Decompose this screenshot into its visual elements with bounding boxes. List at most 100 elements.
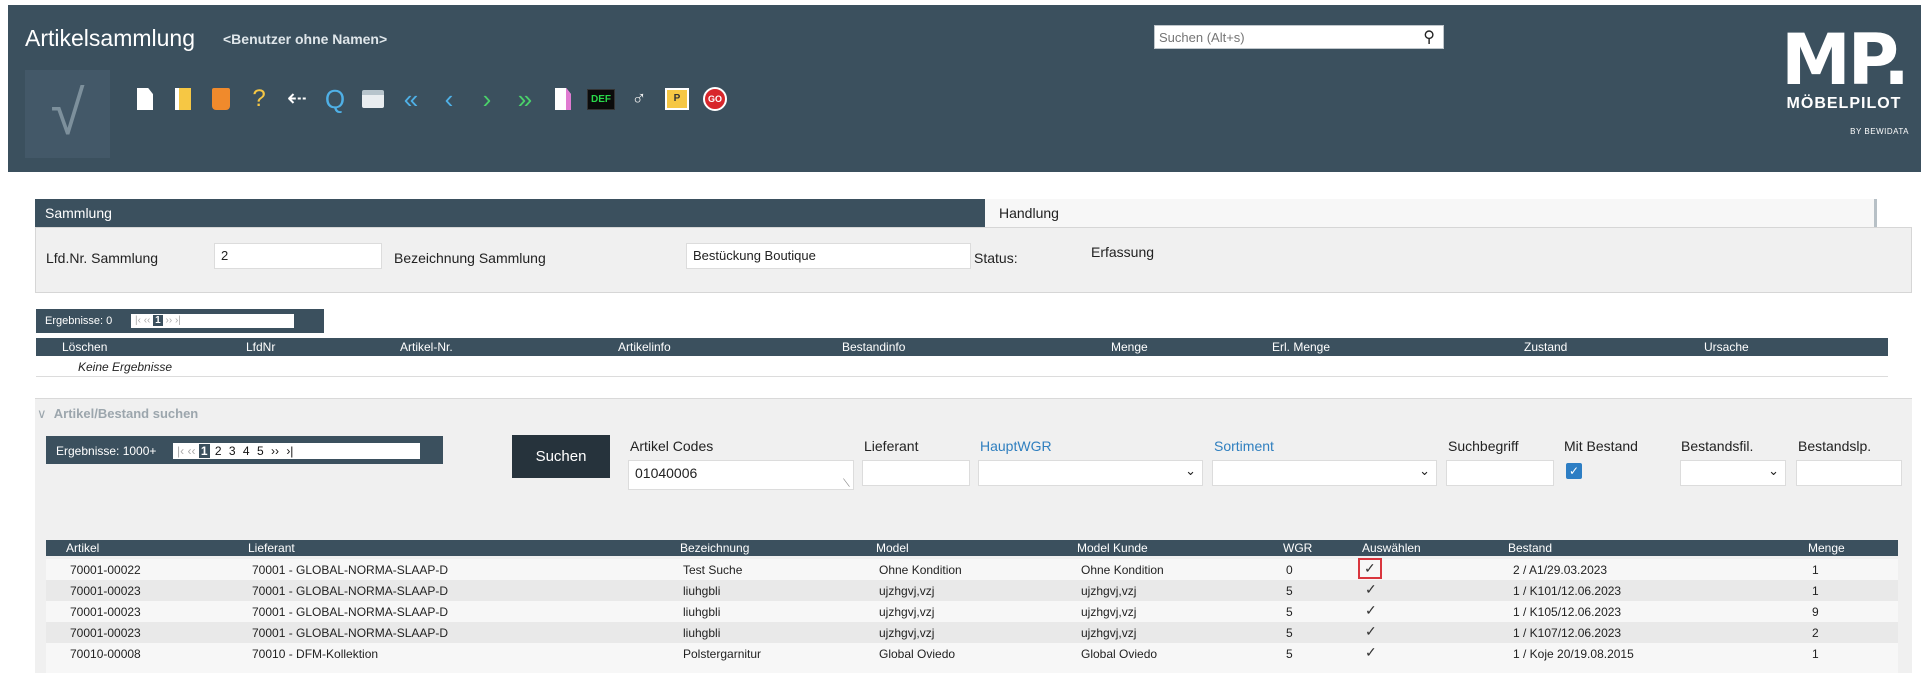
help-icon[interactable]: ?	[240, 82, 278, 116]
tab-sammlung[interactable]: Sammlung	[35, 199, 985, 227]
tab-handlung[interactable]: Handlung	[985, 199, 1877, 227]
search-toolbar-icon[interactable]: Q	[316, 82, 354, 116]
col-zustand[interactable]: Zustand	[1524, 340, 1567, 354]
document-pink-icon[interactable]	[544, 82, 582, 116]
edit-document-icon[interactable]	[164, 82, 202, 116]
suchen-button[interactable]: Suchen	[512, 435, 610, 478]
cell-bestand: 1 / Koje 20/19.08.2015	[1513, 647, 1634, 661]
col-erl-menge[interactable]: Erl. Menge	[1272, 340, 1330, 354]
app-title: Artikelsammlung	[25, 25, 195, 51]
document-p-icon[interactable]: P	[658, 82, 696, 116]
pager-last[interactable]: ›|	[175, 315, 181, 326]
global-search[interactable]: ⚲	[1154, 25, 1444, 49]
status-label: Status:	[974, 250, 1018, 266]
cell-bezeichnung: liuhgbli	[683, 626, 721, 640]
pager-first[interactable]: |‹	[177, 444, 184, 458]
select-checkmark-icon[interactable]: ✓	[1365, 623, 1377, 640]
select-checkmark-icon[interactable]: ✓	[1358, 558, 1382, 579]
search-section-title: Artikel/Bestand suchen	[53, 406, 199, 421]
go-icon[interactable]: GO	[696, 82, 734, 116]
mit-bestand-checkbox[interactable]: ✓	[1566, 463, 1582, 479]
pager-prev[interactable]: ‹‹	[187, 444, 195, 458]
cell-artikel: 70010-00008	[70, 647, 141, 661]
bestandsfil-select[interactable]: ⌄	[1680, 460, 1786, 486]
col-lieferant[interactable]: Lieferant	[248, 541, 295, 555]
pager-page-5[interactable]: 5	[255, 444, 266, 458]
sammlung-form: Lfd.Nr. Sammlung 2 Bezeichnung Sammlung …	[35, 227, 1912, 293]
search-section-header[interactable]: ∨ Artikel/Bestand suchen	[37, 406, 198, 422]
bestandslp-input[interactable]	[1796, 460, 1902, 486]
table-row[interactable]: 70001-00022 70001 - GLOBAL-NORMA-SLAAP-D…	[46, 558, 1898, 580]
cell-lieferant: 70001 - GLOBAL-NORMA-SLAAP-D	[252, 626, 449, 640]
hauptwgr-link[interactable]: HauptWGR	[980, 438, 1052, 454]
select-checkmark-icon[interactable]: ✓	[1365, 581, 1377, 598]
delete-icon[interactable]	[202, 82, 240, 116]
user-check-icon[interactable]: ♂	[620, 82, 658, 116]
cell-lieferant: 70001 - GLOBAL-NORMA-SLAAP-D	[252, 563, 449, 577]
select-checkmark-icon[interactable]: ✓	[1365, 602, 1377, 619]
col-bestandinfo[interactable]: Bestandinfo	[842, 340, 905, 354]
pager-next[interactable]: ››	[166, 315, 173, 326]
col-bestand[interactable]: Bestand	[1508, 541, 1552, 555]
sortiment-select[interactable]: ⌄	[1212, 460, 1437, 486]
previous-record-icon[interactable]: ‹	[430, 82, 468, 116]
pager-next[interactable]: ››	[269, 444, 281, 458]
table-row[interactable]: 70001-00023 70001 - GLOBAL-NORMA-SLAAP-D…	[46, 580, 1898, 601]
col-artikelinfo[interactable]: Artikelinfo	[618, 340, 671, 354]
cell-bezeichnung: liuhgbli	[683, 584, 721, 598]
pager-current[interactable]: 1	[198, 444, 210, 458]
col-auswaehlen[interactable]: Auswählen	[1362, 541, 1421, 555]
cell-artikel: 70001-00023	[70, 605, 141, 619]
cell-menge: 1	[1812, 563, 1819, 577]
col-lfdnr[interactable]: LfdNr	[246, 340, 275, 354]
confirm-checkmark-tile[interactable]: √	[25, 70, 110, 158]
col-menge[interactable]: Menge	[1808, 541, 1845, 555]
col-artikel-nr[interactable]: Artikel-Nr.	[400, 340, 453, 354]
cell-bezeichnung: Test Suche	[683, 563, 743, 577]
col-ursache[interactable]: Ursache	[1704, 340, 1749, 354]
table-row[interactable]: 70001-00023 70001 - GLOBAL-NORMA-SLAAP-D…	[46, 622, 1898, 643]
moebelpilot-logo: MP. MÖBELPILOT BY BEWIDATA	[1781, 19, 1910, 136]
search-icon[interactable]: ⚲	[1423, 27, 1435, 47]
results-pager: |‹ ‹‹ 1 ›› ›|	[131, 314, 294, 328]
pager-page-4[interactable]: 4	[241, 444, 252, 458]
cell-bestand: 2 / A1/29.03.2023	[1513, 563, 1608, 577]
pager-first[interactable]: |‹	[135, 315, 141, 326]
chevron-down-icon[interactable]: ∨	[37, 406, 47, 421]
pager-page-3[interactable]: 3	[227, 444, 238, 458]
bezeichnung-field[interactable]: Bestückung Boutique	[686, 243, 971, 269]
hauptwgr-select[interactable]: ⌄	[978, 460, 1203, 486]
sortiment-link[interactable]: Sortiment	[1214, 438, 1274, 454]
col-model[interactable]: Model	[876, 541, 909, 555]
new-document-icon[interactable]	[126, 82, 164, 116]
print-icon[interactable]	[354, 82, 392, 116]
last-record-icon[interactable]: »	[506, 82, 544, 116]
pager-last[interactable]: ›|	[284, 444, 295, 458]
pager-page-2[interactable]: 2	[213, 444, 224, 458]
bestandsfil-label: Bestandsfil.	[1681, 438, 1754, 454]
global-search-input[interactable]	[1155, 26, 1405, 48]
col-menge[interactable]: Menge	[1111, 340, 1148, 354]
lieferant-input[interactable]	[862, 460, 970, 486]
lfd-nr-field[interactable]: 2	[214, 243, 382, 269]
suchbegriff-input[interactable]	[1446, 460, 1554, 486]
cell-menge: 2	[1812, 626, 1819, 640]
col-wgr[interactable]: WGR	[1283, 541, 1312, 555]
back-dropdown-icon[interactable]: ⇠	[278, 82, 316, 116]
table-row[interactable]: 70001-00023 70001 - GLOBAL-NORMA-SLAAP-D…	[46, 601, 1898, 622]
col-bezeichnung[interactable]: Bezeichnung	[680, 541, 749, 555]
col-model-kunde[interactable]: Model Kunde	[1077, 541, 1148, 555]
first-record-icon[interactable]: «	[392, 82, 430, 116]
def-icon[interactable]: DEF	[582, 82, 620, 116]
select-checkmark-icon[interactable]: ✓	[1365, 644, 1377, 661]
col-artikel[interactable]: Artikel	[66, 541, 99, 555]
pager-page[interactable]: 1	[153, 315, 163, 326]
col-loeschen[interactable]: Löschen	[62, 340, 107, 354]
chevron-down-icon: ⌄	[1419, 463, 1430, 478]
next-record-icon[interactable]: ›	[468, 82, 506, 116]
user-name: <Benutzer ohne Namen>	[223, 31, 388, 47]
table-row[interactable]: 70010-00008 70010 - DFM-Kollektion Polst…	[46, 643, 1898, 673]
artikel-codes-textarea[interactable]: 01040006 ⃥	[628, 460, 854, 490]
pager-prev[interactable]: ‹‹	[144, 315, 151, 326]
cell-model-kunde: ujzhgvj,vzj	[1081, 605, 1137, 619]
